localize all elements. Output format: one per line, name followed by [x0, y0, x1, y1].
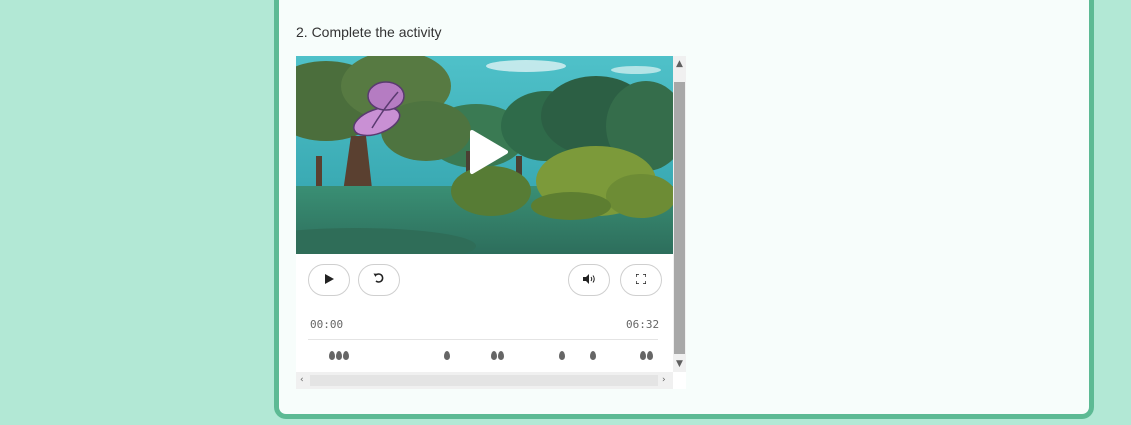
- scroll-up-icon[interactable]: ▲: [676, 60, 683, 69]
- fullscreen-icon: [635, 271, 647, 289]
- timeline-marker[interactable]: [640, 351, 646, 360]
- fullscreen-button[interactable]: [620, 264, 662, 296]
- replay-button[interactable]: [358, 264, 400, 296]
- duration-time: 06:32: [626, 318, 660, 331]
- replay-icon: [373, 271, 385, 289]
- video-player-frame: 00:00 06:32 ▲ ▼ ‹ ›: [296, 56, 686, 389]
- timeline-marker[interactable]: [647, 351, 653, 360]
- timeline-marker[interactable]: [444, 351, 450, 360]
- timeline-marker[interactable]: [329, 351, 335, 360]
- play-icon: [324, 271, 334, 289]
- current-time: 00:00: [310, 318, 344, 331]
- scroll-down-icon[interactable]: ▼: [676, 360, 683, 369]
- progress-track[interactable]: [308, 339, 658, 340]
- timeline-marker[interactable]: [336, 351, 342, 360]
- play-button[interactable]: [308, 264, 350, 296]
- horizontal-scrollbar[interactable]: ‹ ›: [296, 372, 673, 389]
- timeline-marker[interactable]: [498, 351, 504, 360]
- volume-button[interactable]: [568, 264, 610, 296]
- vertical-scroll-thumb[interactable]: [674, 82, 685, 354]
- timeline-marker[interactable]: [491, 351, 497, 360]
- scroll-left-icon[interactable]: ‹: [300, 376, 304, 385]
- vertical-scrollbar[interactable]: ▲ ▼: [673, 56, 686, 372]
- horizontal-scroll-thumb[interactable]: [310, 375, 658, 386]
- activity-title: 2. Complete the activity: [296, 24, 442, 40]
- scrollbar-corner: [673, 372, 686, 389]
- timeline-marker[interactable]: [590, 351, 596, 360]
- timeline-marker[interactable]: [559, 351, 565, 360]
- scroll-right-icon[interactable]: ›: [662, 376, 666, 385]
- volume-icon: [582, 271, 596, 289]
- timeline-marker[interactable]: [343, 351, 349, 360]
- activity-card: 2. Complete the activity 00:00 06:32 ▲ ▼…: [274, 0, 1094, 419]
- player-controls: 00:00 06:32: [296, 254, 673, 372]
- video-area[interactable]: [296, 56, 673, 254]
- big-play-icon[interactable]: [466, 128, 510, 176]
